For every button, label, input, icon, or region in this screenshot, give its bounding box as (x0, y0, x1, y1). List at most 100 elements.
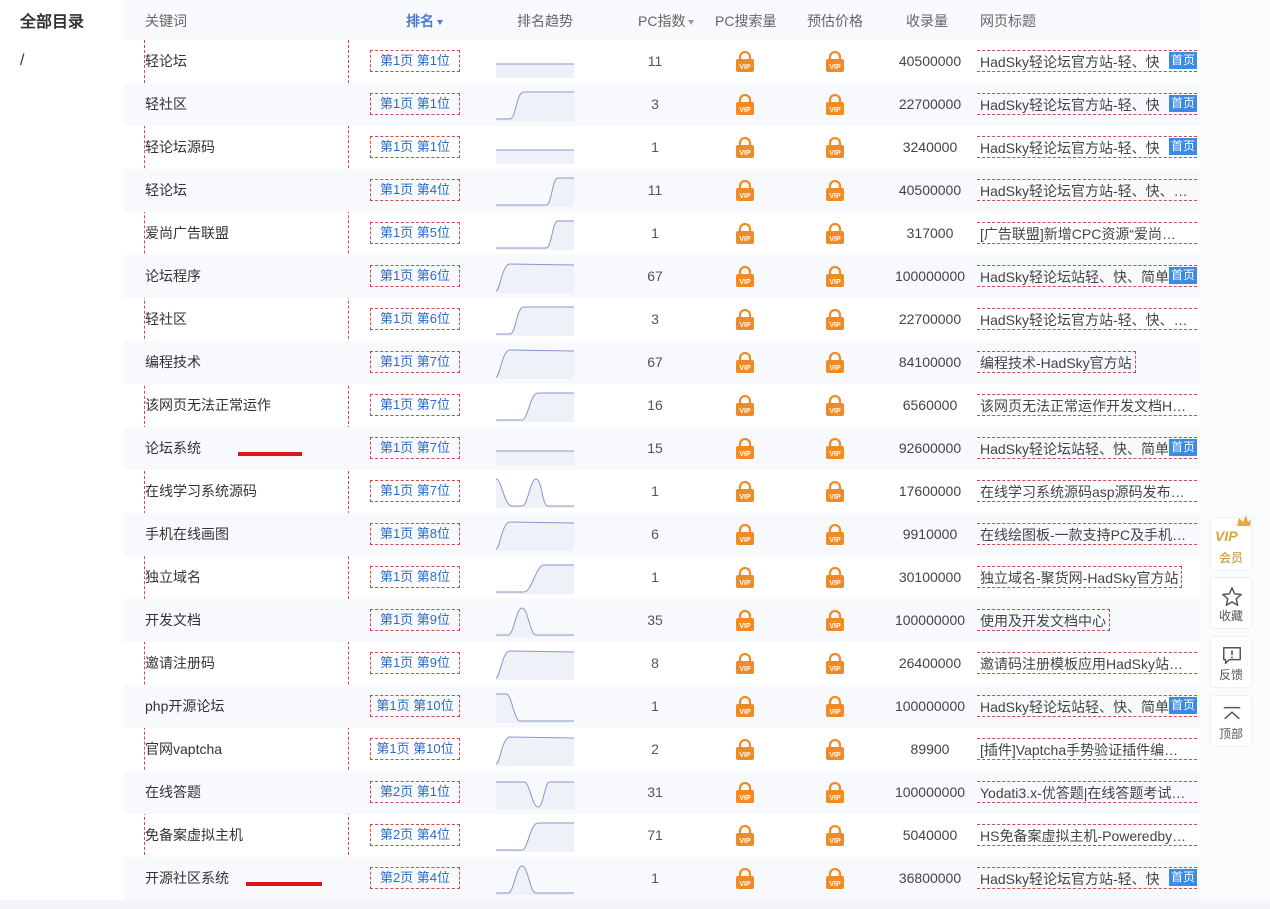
page-title-text[interactable]: HadSky轻论坛官方站-轻、快、… (980, 312, 1188, 328)
keyword-link[interactable]: 邀请注册码 (145, 642, 215, 685)
vip-lock-icon[interactable]: VIP (735, 394, 755, 420)
vip-lock-icon[interactable]: VIP (825, 437, 845, 463)
keyword-link[interactable]: 免备案虚拟主机 (145, 814, 243, 857)
vip-lock-icon[interactable]: VIP (735, 480, 755, 506)
header-rank[interactable]: 排名 (406, 11, 443, 31)
page-title-text[interactable]: 独立域名-聚货网-HadSky官方站 (980, 570, 1178, 586)
page-title-text[interactable]: HadSky轻论坛官方站-轻、快 (980, 54, 1160, 70)
rank-trend-sparkline[interactable] (496, 390, 574, 422)
rank-value[interactable]: 第2页 第1位 (370, 781, 460, 803)
rank-trend-sparkline[interactable] (496, 519, 574, 551)
rank-trend-sparkline[interactable] (496, 46, 574, 78)
vip-lock-icon[interactable]: VIP (735, 265, 755, 291)
page-title-link[interactable]: 邀请码注册模板应用HadSky站… (977, 652, 1197, 674)
vip-lock-icon[interactable]: VIP (825, 566, 845, 592)
rank-trend-sparkline[interactable] (496, 304, 574, 336)
rank-trend-sparkline[interactable] (496, 261, 574, 293)
rank-value[interactable]: 第1页 第4位 (370, 179, 460, 201)
feedback-button[interactable]: 反馈 (1210, 636, 1252, 688)
rank-trend-sparkline[interactable] (496, 347, 574, 379)
page-title-link[interactable]: 独立域名-聚货网-HadSky官方站 (977, 566, 1183, 588)
vip-lock-icon[interactable]: VIP (735, 222, 755, 248)
page-title-link[interactable]: HadSky轻论坛官方站-轻、快 首页 (977, 50, 1197, 72)
back-to-top-button[interactable]: 顶部 (1210, 695, 1252, 747)
vip-lock-icon[interactable]: VIP (825, 265, 845, 291)
keyword-link[interactable]: 在线学习系统源码 (145, 470, 257, 513)
rank-trend-sparkline[interactable] (496, 820, 574, 852)
page-title-link[interactable]: HadSky轻论坛站轻、快、简单 首页 (977, 437, 1197, 459)
vip-lock-icon[interactable]: VIP (825, 652, 845, 678)
rank-trend-sparkline[interactable] (496, 89, 574, 121)
vip-lock-icon[interactable]: VIP (825, 394, 845, 420)
page-title-link[interactable]: 在线学习系统源码asp源码发布… (977, 480, 1197, 502)
directory-path[interactable]: / (20, 52, 24, 70)
vip-lock-icon[interactable]: VIP (735, 566, 755, 592)
page-title-text[interactable]: HadSky轻论坛站轻、快、简单 (980, 441, 1169, 457)
vip-lock-icon[interactable]: VIP (825, 867, 845, 893)
rank-trend-sparkline[interactable] (496, 132, 574, 164)
header-rank-label[interactable]: 排名 (406, 13, 434, 29)
rank-value[interactable]: 第1页 第1位 (370, 136, 460, 158)
rank-trend-sparkline[interactable] (496, 433, 574, 465)
page-title-link[interactable]: Yodati3.x-优答题|在线答题考试… (977, 781, 1197, 803)
page-title-text[interactable]: HadSky轻论坛站轻、快、简单 (980, 699, 1169, 715)
rank-trend-sparkline[interactable] (496, 691, 574, 723)
vip-lock-icon[interactable]: VIP (825, 480, 845, 506)
page-title-text[interactable]: HadSky轻论坛官方站-轻、快 (980, 97, 1160, 113)
vip-lock-icon[interactable]: VIP (735, 179, 755, 205)
vip-lock-icon[interactable]: VIP (735, 824, 755, 850)
rank-value[interactable]: 第1页 第1位 (370, 93, 460, 115)
rank-value[interactable]: 第1页 第6位 (370, 308, 460, 330)
vip-lock-icon[interactable]: VIP (735, 308, 755, 334)
rank-value[interactable]: 第2页 第4位 (370, 824, 460, 846)
page-title-link[interactable]: HadSky轻论坛官方站-轻、快、… (977, 308, 1197, 330)
page-title-text[interactable]: 使用及开发文档中心 (980, 613, 1106, 629)
rank-value[interactable]: 第1页 第7位 (370, 437, 460, 459)
vip-lock-icon[interactable]: VIP (825, 523, 845, 549)
rank-value[interactable]: 第1页 第10位 (370, 738, 460, 760)
rank-trend-sparkline[interactable] (496, 777, 574, 809)
vip-lock-icon[interactable]: VIP (825, 824, 845, 850)
vip-lock-icon[interactable]: VIP (735, 136, 755, 162)
page-title-link[interactable]: [插件]Vaptcha手势验证插件编… (977, 738, 1197, 760)
page-title-text[interactable]: [广告联盟]新增CPC资源“爱尚… (980, 226, 1176, 242)
rank-value[interactable]: 第1页 第10位 (370, 695, 460, 717)
vip-lock-icon[interactable]: VIP (735, 781, 755, 807)
rank-trend-sparkline[interactable] (496, 218, 574, 250)
vip-lock-icon[interactable]: VIP (825, 93, 845, 119)
favorite-button[interactable]: 收藏 (1210, 577, 1252, 629)
page-title-link[interactable]: 该网页无法正常运作开发文档H… (977, 394, 1197, 416)
page-title-text[interactable]: 编程技术-HadSky官方站 (980, 355, 1132, 371)
rank-value[interactable]: 第1页 第1位 (370, 50, 460, 72)
header-pc-index-label[interactable]: PC指数 (638, 13, 685, 29)
rank-trend-sparkline[interactable] (496, 562, 574, 594)
page-title-link[interactable]: HadSky轻论坛官方站-轻、快 首页 (977, 867, 1197, 889)
sort-down-icon[interactable] (437, 19, 443, 25)
vip-lock-icon[interactable]: VIP (735, 523, 755, 549)
keyword-link[interactable]: 论坛程序 (145, 255, 201, 298)
keyword-link[interactable]: 开源社区系统 (145, 857, 229, 900)
rank-value[interactable]: 第1页 第8位 (370, 566, 460, 588)
page-title-text[interactable]: [插件]Vaptcha手势验证插件编… (980, 742, 1178, 758)
page-title-text[interactable]: HadSky轻论坛官方站-轻、快 (980, 871, 1160, 887)
rank-value[interactable]: 第1页 第7位 (370, 480, 460, 502)
page-title-text[interactable]: 该网页无法正常运作开发文档H… (980, 398, 1186, 414)
vip-lock-icon[interactable]: VIP (735, 652, 755, 678)
page-title-text[interactable]: HS免备案虚拟主机-Poweredby… (980, 828, 1186, 844)
vip-lock-icon[interactable]: VIP (735, 437, 755, 463)
vip-lock-icon[interactable]: VIP (735, 93, 755, 119)
rank-value[interactable]: 第1页 第9位 (370, 652, 460, 674)
rank-value[interactable]: 第1页 第7位 (370, 394, 460, 416)
keyword-link[interactable]: php开源论坛 (145, 685, 224, 728)
rank-trend-sparkline[interactable] (496, 175, 574, 207)
vip-lock-icon[interactable]: VIP (825, 50, 845, 76)
header-pc-index[interactable]: PC指数 (638, 11, 695, 31)
rank-value[interactable]: 第2页 第4位 (370, 867, 460, 889)
rank-value[interactable]: 第1页 第7位 (370, 351, 460, 373)
page-title-link[interactable]: HS免备案虚拟主机-Poweredby… (977, 824, 1197, 846)
page-title-link[interactable]: HadSky轻论坛官方站-轻、快 首页 (977, 93, 1197, 115)
page-title-link[interactable]: HadSky轻论坛站轻、快、简单 首页 (977, 695, 1197, 717)
sort-down-icon[interactable] (688, 19, 695, 25)
keyword-link[interactable]: 开发文档 (145, 599, 201, 642)
rank-trend-sparkline[interactable] (496, 734, 574, 766)
